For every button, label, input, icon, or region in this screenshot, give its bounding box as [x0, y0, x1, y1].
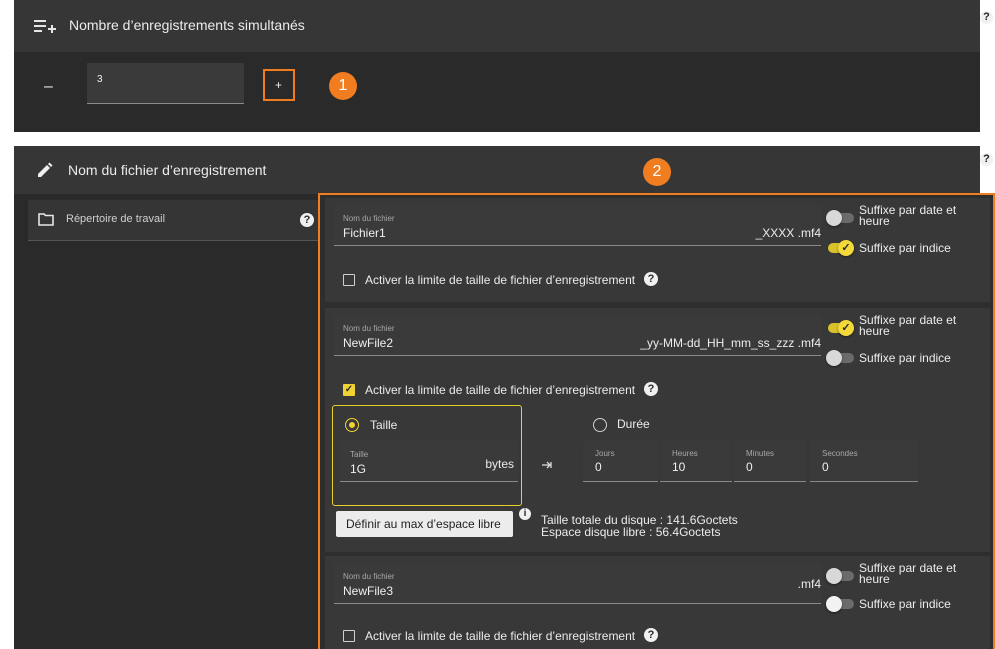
pencil-icon — [37, 162, 53, 183]
callout-badge-1: 1 — [329, 72, 357, 100]
date-suffix-label: Suffixe par date et heure — [859, 561, 957, 586]
date-suffix-toggle[interactable] — [826, 210, 856, 226]
callout-badge-2: 2 — [643, 158, 671, 186]
seconds-input[interactable]: Secondes 0 — [810, 441, 918, 482]
help-icon[interactable]: ? — [644, 628, 658, 642]
folder-icon — [38, 213, 54, 231]
info-icon: i — [519, 508, 531, 520]
size-radio-label: Taille — [370, 418, 398, 432]
size-limit-label: Activer la limite de taille de fichier d… — [365, 383, 636, 397]
index-suffix-toggle[interactable] — [826, 596, 856, 612]
help-icon[interactable]: ? — [300, 213, 314, 227]
sidebar — [14, 194, 318, 649]
size-limit-checkbox[interactable] — [343, 274, 355, 286]
date-suffix-label: Suffixe par date et heure — [859, 203, 957, 228]
date-suffix-toggle[interactable]: ✓ — [826, 320, 856, 336]
date-suffix-toggle[interactable] — [826, 568, 856, 584]
minutes-input[interactable]: Minutes 0 — [734, 441, 806, 482]
sidebar-item-label: Répertoire de travail — [66, 213, 166, 225]
size-input[interactable]: Taille 1G bytes — [340, 441, 518, 482]
add-list-icon — [34, 18, 56, 39]
increment-button[interactable]: + — [263, 69, 295, 101]
help-icon[interactable]: ? — [980, 153, 993, 166]
filename-suffix: _yy-MM-dd_HH_mm_ss_zzz .mf4 — [640, 336, 821, 350]
index-suffix-label: Suffixe par indice — [859, 597, 951, 611]
days-input[interactable]: Jours 0 — [583, 441, 658, 482]
duration-radio[interactable] — [593, 418, 607, 432]
recordings-count-input[interactable]: 3 — [87, 63, 244, 104]
index-suffix-toggle[interactable]: ✓ — [826, 240, 856, 256]
filename-suffix: _XXXX .mf4 — [755, 226, 821, 240]
decrement-button[interactable]: – — [44, 78, 53, 96]
size-limit-label: Activer la limite de taille de fichier d… — [365, 629, 636, 643]
filename-field[interactable]: Nom du fichier Fichier1 _XXXX .mf4 — [334, 205, 821, 246]
set-max-free-space-button[interactable]: Définir au max d’espace libre — [336, 511, 513, 537]
duration-radio-label: Durée — [617, 417, 650, 431]
section-title: Nombre d’enregistrements simultanés — [69, 17, 305, 33]
size-limit-checkbox[interactable]: ✓ — [343, 384, 355, 396]
simultaneous-recordings-header: Nombre d’enregistrements simultanés — [0, 0, 980, 52]
switch-mode-icon[interactable] — [542, 456, 554, 474]
help-icon[interactable]: ? — [980, 11, 993, 24]
filename-field[interactable]: Nom du fichier NewFile3 .mf4 — [334, 563, 821, 604]
size-unit: bytes — [485, 457, 514, 471]
help-icon[interactable]: ? — [644, 272, 658, 286]
hours-input[interactable]: Heures 10 — [660, 441, 732, 482]
help-icon[interactable]: ? — [644, 382, 658, 396]
disk-free-space: Espace disque libre : 56.4Goctets — [541, 525, 721, 539]
filename-suffix: .mf4 — [797, 577, 821, 591]
filename-field[interactable]: Nom du fichier NewFile2 _yy-MM-dd_HH_mm_… — [334, 315, 821, 356]
size-radio[interactable] — [345, 418, 359, 432]
size-limit-label: Activer la limite de taille de fichier d… — [365, 273, 636, 287]
index-suffix-label: Suffixe par indice — [859, 241, 951, 255]
index-suffix-toggle[interactable] — [826, 350, 856, 366]
size-limit-checkbox[interactable] — [343, 630, 355, 642]
section-title: Nom du fichier d’enregistrement — [68, 162, 267, 178]
date-suffix-label: Suffixe par date et heure — [859, 313, 957, 338]
index-suffix-label: Suffixe par indice — [859, 351, 951, 365]
sidebar-item-working-directory[interactable]: Répertoire de travail ? — [28, 200, 318, 241]
